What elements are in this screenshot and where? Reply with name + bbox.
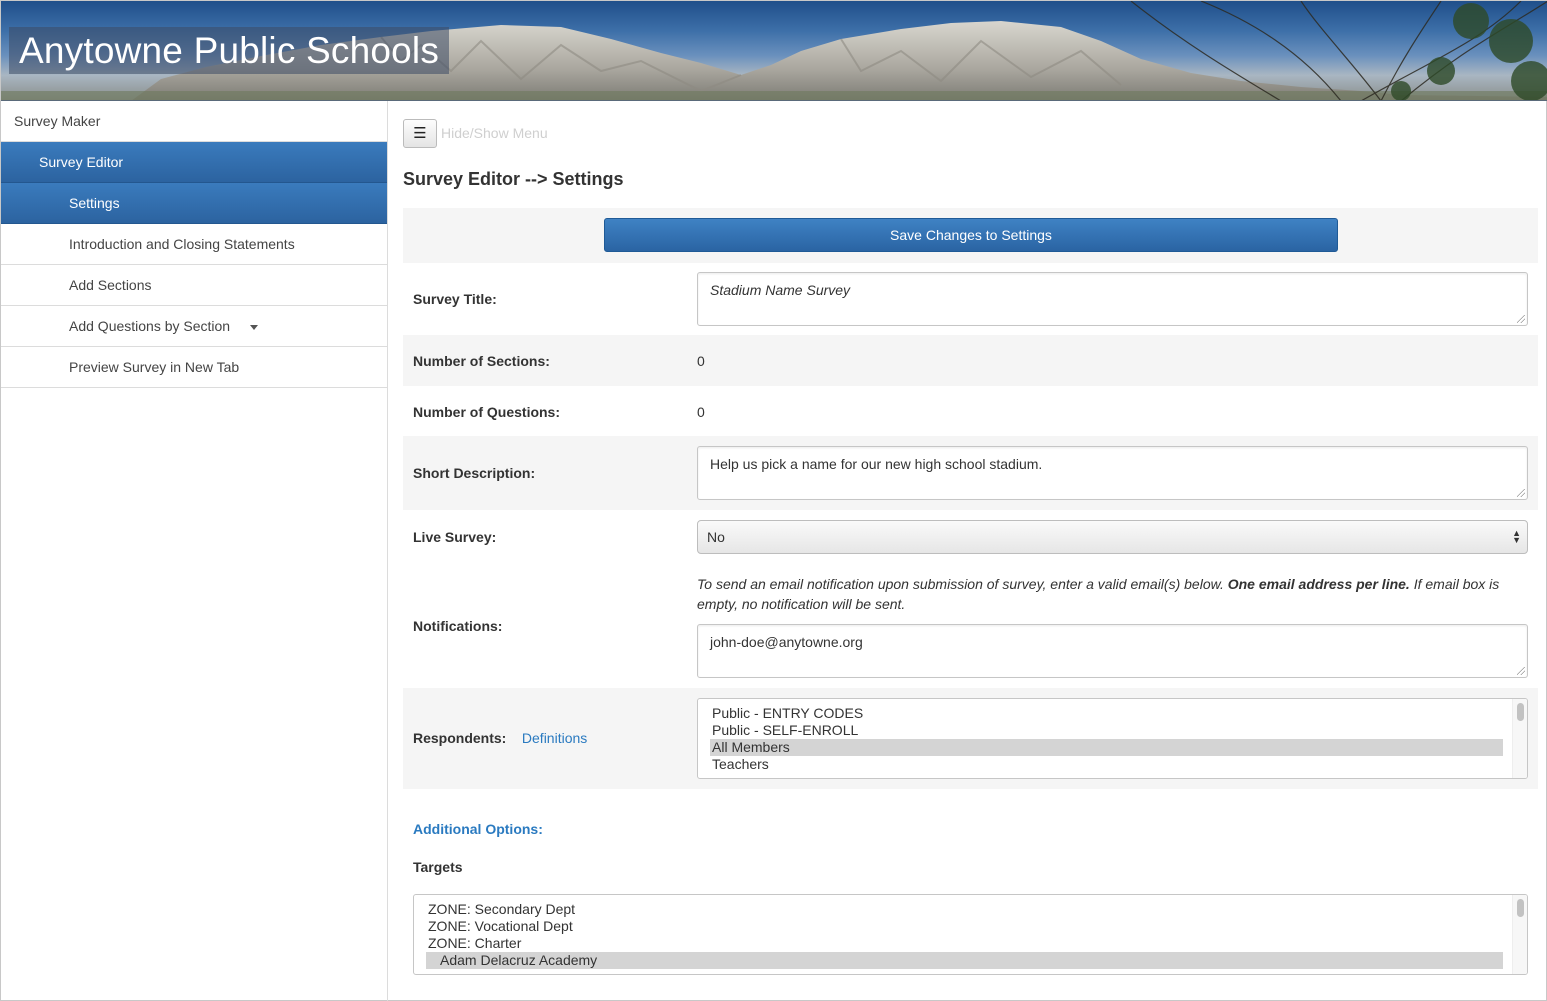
notifications-note: To send an email notification upon submi… [697, 576, 1500, 612]
num-questions-row: Number of Questions: 0 [403, 386, 1538, 436]
site-title: Anytowne Public Schools [9, 27, 450, 74]
notifications-email-value: john-doe@anytowne.org [710, 634, 863, 650]
survey-title-value: Stadium Name Survey [710, 282, 851, 298]
notifications-row: Notifications: To send an email notifica… [403, 564, 1538, 688]
live-survey-value: No [707, 529, 725, 545]
survey-title-label: Survey Title: [413, 291, 497, 307]
num-sections-value: 0 [697, 353, 705, 369]
short-description-row: Short Description: Help us pick a name f… [403, 436, 1538, 510]
targets-listbox[interactable]: ZONE: Secondary Dept ZONE: Vocational De… [413, 894, 1528, 975]
live-survey-row: Live Survey: No ▲ ▼ [403, 510, 1538, 564]
short-description-value: Help us pick a name for our new high sch… [710, 456, 1043, 472]
live-survey-label: Live Survey: [413, 529, 497, 545]
respondents-row: Respondents: Definitions Public - ENTRY … [403, 688, 1538, 789]
sidebar-item-add-sections[interactable]: Add Sections [1, 265, 387, 306]
sidebar-item-survey-editor[interactable]: Survey Editor [1, 142, 387, 183]
short-description-input[interactable]: Help us pick a name for our new high sch… [697, 446, 1528, 500]
header-banner: Anytowne Public Schools [1, 1, 1547, 101]
sidebar-item-settings[interactable]: Settings [1, 183, 387, 224]
survey-title-input[interactable]: Stadium Name Survey [697, 272, 1528, 326]
num-questions-label: Number of Questions: [413, 404, 561, 420]
targets-option[interactable]: ZONE: Vocational Dept [414, 918, 1503, 935]
respondents-option[interactable]: Public - SELF-ENROLL [698, 722, 1503, 739]
save-button[interactable]: Save Changes to Settings [604, 218, 1338, 252]
caret-down-icon [250, 324, 259, 330]
short-description-label: Short Description: [413, 465, 536, 481]
additional-options-link[interactable]: Additional Options: [413, 821, 543, 837]
respondents-option[interactable]: Public - ENTRY CODES [698, 705, 1503, 722]
scrollbar-thumb[interactable] [1517, 703, 1524, 721]
updown-arrows-icon: ▲ ▼ [1512, 528, 1521, 545]
notifications-email-input[interactable]: john-doe@anytowne.org [697, 624, 1528, 678]
page-title: Survey Editor --> Settings [403, 169, 624, 189]
num-sections-label: Number of Sections: [413, 353, 550, 369]
num-questions-value: 0 [697, 404, 705, 420]
definitions-link[interactable]: Definitions [522, 730, 587, 746]
targets-option[interactable]: ZONE: Charter [414, 935, 1503, 952]
scrollbar[interactable] [1512, 699, 1527, 778]
sidebar-item-label: Add Questions by Section [69, 318, 231, 334]
resize-grip-icon[interactable] [1517, 667, 1525, 675]
resize-grip-icon[interactable] [1517, 489, 1525, 497]
notifications-label: Notifications: [413, 618, 503, 634]
sidebar-item-preview[interactable]: Preview Survey in New Tab [1, 347, 387, 388]
menu-toggle-label[interactable]: Hide/Show Menu [441, 125, 548, 141]
resize-grip-icon[interactable] [1517, 315, 1525, 323]
respondents-listbox[interactable]: Public - ENTRY CODES Public - SELF-ENROL… [697, 698, 1528, 779]
respondents-option[interactable]: Teachers [698, 756, 1503, 773]
num-sections-row: Number of Sections: 0 [403, 335, 1538, 386]
scrollbar-thumb[interactable] [1517, 899, 1524, 917]
respondents-label: Respondents: Definitions [413, 730, 588, 746]
hamburger-menu-button[interactable]: ☰ [403, 119, 437, 148]
targets-option-selected[interactable]: Adam Delacruz Academy [426, 952, 1503, 969]
save-bar: Save Changes to Settings [403, 208, 1538, 263]
respondents-option-selected[interactable]: All Members [710, 739, 1503, 756]
sidebar-item-intro-closing[interactable]: Introduction and Closing Statements [1, 224, 387, 265]
live-survey-select[interactable]: No ▲ ▼ [697, 520, 1528, 554]
sidebar-item-survey-maker[interactable]: Survey Maker [1, 101, 387, 142]
scrollbar[interactable] [1512, 895, 1527, 974]
survey-title-row: Survey Title: Stadium Name Survey [403, 263, 1538, 335]
targets-option[interactable]: ZONE: Secondary Dept [414, 901, 1503, 918]
sidebar: Survey Maker Survey Editor Settings Intr… [1, 101, 388, 1001]
sidebar-item-add-questions[interactable]: Add Questions by Section [1, 306, 387, 347]
targets-label: Targets [413, 859, 463, 875]
